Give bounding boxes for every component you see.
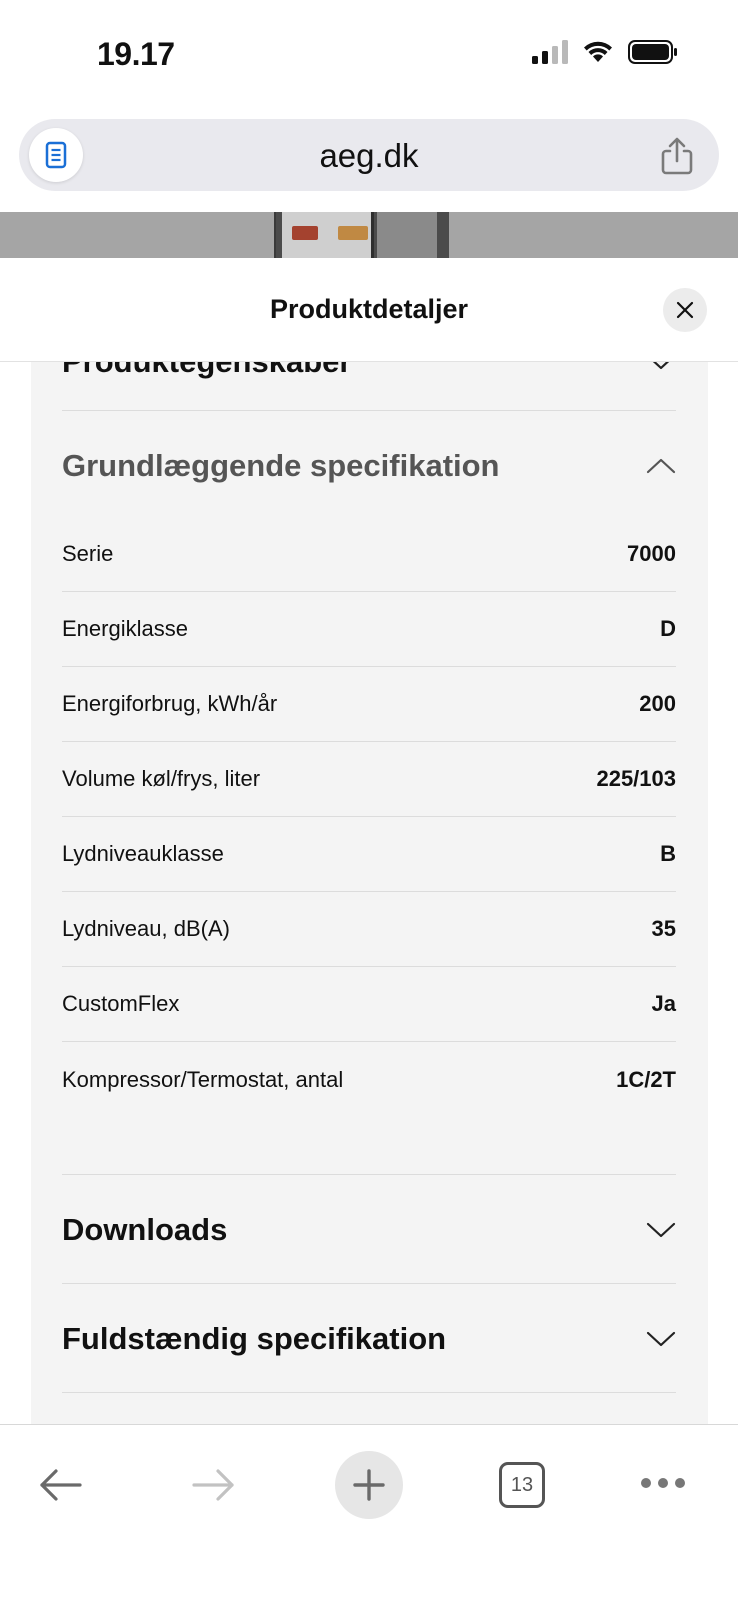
product-image [0,212,738,258]
tabs-button[interactable]: 13 [499,1462,545,1508]
section-title: Grundlæggende specifikation [62,448,500,483]
section-downloads[interactable]: Downloads [62,1208,676,1252]
spec-row: Volume køl/frys, liter 225/103 [62,742,676,817]
chevron-down-icon [646,1222,676,1238]
section-basic-spec[interactable]: Grundlæggende specifikation [62,444,676,488]
battery-icon [628,40,677,64]
spec-value: 200 [639,691,676,716]
forward-button[interactable] [188,1465,238,1505]
divider [62,410,676,411]
cellular-signal-icon [532,40,568,64]
spec-label: Kompressor/Termostat, antal [62,1066,344,1092]
spec-row: Lydniveau, dB(A) 35 [62,892,676,967]
share-icon[interactable] [659,137,695,175]
spec-label: Volume køl/frys, liter [62,766,261,791]
wifi-icon [584,41,612,62]
section-title: Fuldstændig specifikation [62,1321,447,1356]
more-icon [641,1478,651,1488]
spec-value: 225/103 [596,766,676,791]
browser-toolbar: 13 [0,1424,738,1600]
address-bar[interactable]: aeg.dk [19,119,719,191]
chevron-down-icon [652,362,670,370]
spec-value: D [660,616,676,641]
chevron-down-icon [646,1331,676,1347]
spec-row: Energiklasse D [62,592,676,667]
spec-row: Energiforbrug, kWh/år 200 [62,667,676,742]
spec-label: Energiklasse [62,616,188,641]
divider [62,1174,676,1175]
spec-label: Energiforbrug, kWh/år [62,691,278,716]
spec-label: Lydniveauklasse [62,841,224,866]
spec-row: Kompressor/Termostat, antal 1C/2T [62,1042,676,1117]
url-text[interactable]: aeg.dk [19,137,719,175]
status-time: 19.17 [97,36,175,72]
more-button[interactable] [640,1473,686,1493]
spec-value: 35 [651,916,676,941]
spec-value: B [660,841,676,866]
status-icons [532,40,678,64]
spec-row: Lydniveauklasse B [62,817,676,892]
page: 19.17 aeg.dk Produktdetaljer Grundlæggen… [0,0,738,1600]
product-details-panel[interactable]: Produktegenskaber Grundlæggende specifik… [31,362,708,1424]
spec-label: Serie [62,541,114,566]
spec-row: Serie 7000 [62,517,676,592]
spec-label: CustomFlex [62,991,180,1016]
sheet-title: Produktdetaljer [269,294,469,324]
new-tab-button[interactable] [335,1451,403,1519]
section-full-spec[interactable]: Fuldstændig specifikation [62,1317,676,1361]
section-title: Produktegenskaber [62,362,351,380]
section-title: Downloads [62,1212,228,1247]
spec-row: CustomFlex Ja [62,967,676,1042]
divider [62,1283,676,1284]
chevron-up-icon [646,458,676,474]
back-arrow-icon [40,1469,82,1501]
forward-arrow-icon [192,1469,234,1501]
status-bar: 19.17 [0,0,738,110]
spec-value: Ja [651,991,676,1016]
back-button[interactable] [36,1465,86,1505]
divider [62,1392,676,1393]
spec-value: 1C/2T [616,1066,676,1092]
spec-value: 7000 [627,541,676,566]
spec-label: Lydniveau, dB(A) [62,916,230,941]
close-button[interactable] [663,288,707,332]
close-icon [676,301,694,319]
sheet-header: Produktdetaljer [0,258,738,362]
section-product-features[interactable]: Produktegenskaber [62,362,676,384]
plus-icon [353,1469,385,1501]
